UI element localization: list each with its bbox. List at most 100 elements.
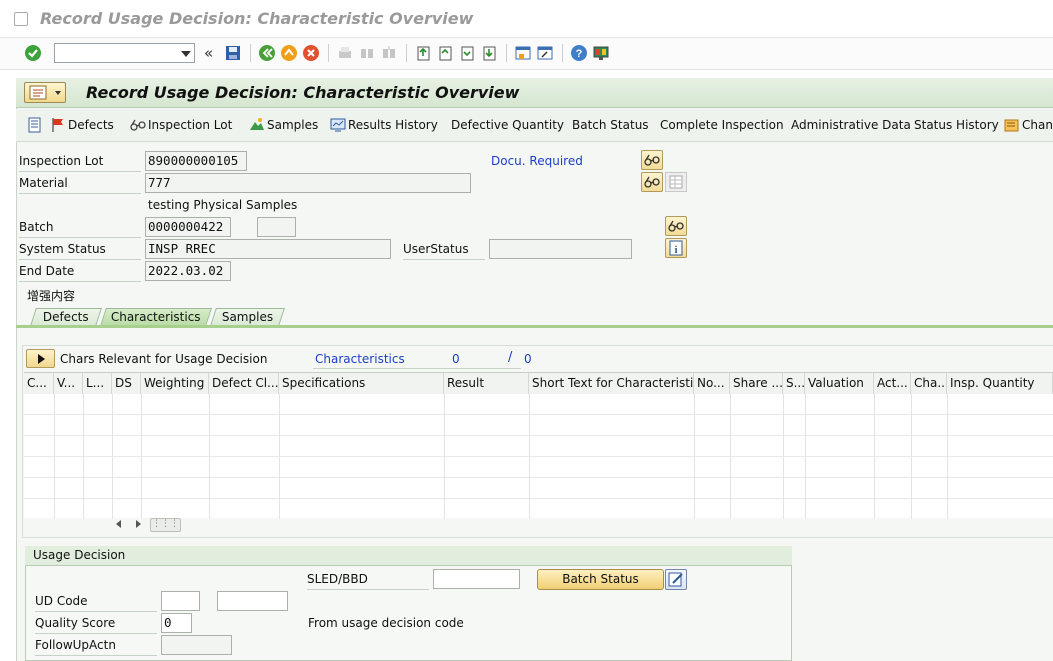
- characteristics-link[interactable]: Characteristics: [315, 352, 405, 366]
- user-status-label: UserStatus: [403, 242, 469, 256]
- display-material-button[interactable]: [641, 172, 663, 192]
- end-date-label: End Date: [19, 264, 75, 278]
- document-icon[interactable]: [27, 117, 42, 133]
- column-header[interactable]: C...: [24, 373, 54, 394]
- column-header[interactable]: DS: [112, 373, 141, 394]
- material-field[interactable]: 777: [145, 173, 471, 193]
- last-page-icon[interactable]: [480, 44, 498, 62]
- change-icon: [1004, 119, 1019, 132]
- title-bar: Record Usage Decision: Characteristic Ov…: [0, 0, 1053, 38]
- tab-strip-line: [16, 325, 1053, 328]
- column-header[interactable]: S...: [783, 373, 805, 394]
- ud-code-field[interactable]: [161, 591, 200, 611]
- sled-bbd-field[interactable]: [433, 569, 520, 589]
- exit-transaction-icon[interactable]: [14, 12, 28, 26]
- enter-icon[interactable]: [24, 44, 42, 62]
- column-header[interactable]: Share ...: [730, 373, 783, 394]
- find-icon[interactable]: [358, 44, 376, 62]
- command-field[interactable]: [54, 43, 195, 63]
- usage-decision-title: Usage Decision: [33, 548, 126, 562]
- tab-characteristics[interactable]: Characteristics: [100, 308, 212, 326]
- glasses-icon: [644, 154, 660, 166]
- scroll-right-icon[interactable]: [136, 520, 141, 528]
- material-label: Material: [19, 176, 68, 190]
- results-history-label: Results History: [348, 118, 438, 132]
- quality-score-field[interactable]: 0: [161, 613, 192, 633]
- customize-layout-icon[interactable]: [592, 44, 610, 62]
- ud-code-group-field[interactable]: [217, 591, 288, 611]
- batch-extra-field[interactable]: [257, 217, 296, 237]
- user-status-field[interactable]: [489, 239, 632, 259]
- scroll-left-icon[interactable]: [116, 520, 121, 528]
- create-session-icon[interactable]: [514, 44, 532, 62]
- help-icon[interactable]: ?: [570, 44, 588, 62]
- find-next-icon[interactable]: [380, 44, 398, 62]
- status-history-button[interactable]: Status History: [914, 118, 999, 132]
- next-page-icon[interactable]: [458, 44, 476, 62]
- display-lot-button[interactable]: [641, 150, 663, 170]
- glasses-icon: [130, 119, 146, 131]
- back-icon[interactable]: [258, 44, 276, 62]
- sled-bbd-label: SLED/BBD: [307, 572, 368, 586]
- ud-code-label: UD Code: [35, 594, 88, 608]
- batch-status-toolbar-button[interactable]: Batch Status: [572, 118, 649, 132]
- complete-inspection-button[interactable]: Complete Inspection: [660, 118, 784, 132]
- column-header[interactable]: Valuation: [805, 373, 874, 394]
- batch-field[interactable]: 0000000422: [145, 217, 231, 237]
- column-header[interactable]: Cha...: [911, 373, 947, 394]
- quality-score-label: Quality Score: [35, 616, 116, 630]
- tab-samples[interactable]: Samples: [210, 308, 285, 326]
- column-header[interactable]: V...: [54, 373, 83, 394]
- followup-action-field[interactable]: [161, 635, 232, 655]
- edit-note-button[interactable]: [665, 569, 687, 590]
- window-title: Record Usage Decision: Characteristic Ov…: [40, 9, 474, 28]
- tab-defects-label: Defects: [42, 310, 89, 324]
- save-icon[interactable]: [224, 44, 242, 62]
- chevron-down-icon: [55, 91, 61, 95]
- tab-defects[interactable]: Defects: [30, 308, 102, 326]
- column-header[interactable]: Short Text for Characteristic: [529, 373, 694, 394]
- previous-page-icon[interactable]: [436, 44, 454, 62]
- menu-icon: [29, 85, 47, 100]
- column-header[interactable]: No...: [694, 373, 730, 394]
- samples-icon: [250, 118, 264, 130]
- shortcut-icon[interactable]: [536, 44, 554, 62]
- usage-decision-header: Usage Decision: [25, 546, 792, 566]
- first-page-icon[interactable]: [414, 44, 432, 62]
- table-icon: [669, 175, 683, 189]
- system-status-field[interactable]: INSP RREC: [145, 239, 391, 259]
- collapse-icon[interactable]: «: [204, 44, 213, 62]
- column-header[interactable]: Weighting: [141, 373, 209, 394]
- characteristics-count-current: 0: [452, 352, 460, 366]
- print-icon[interactable]: [336, 44, 354, 62]
- material-detail-button[interactable]: [665, 172, 687, 192]
- scroll-thumb[interactable]: ⋮⋮⋮: [150, 518, 181, 532]
- status-info-button[interactable]: i: [665, 238, 687, 258]
- inspection-lot-field[interactable]: 890000000105: [145, 151, 247, 171]
- exit-icon[interactable]: [280, 44, 298, 62]
- administrative-data-button[interactable]: Administrative Data: [791, 118, 911, 132]
- column-header[interactable]: Specifications: [279, 373, 444, 394]
- defective-quantity-button[interactable]: Defective Quantity: [451, 118, 564, 132]
- column-header[interactable]: Defect Cl...: [209, 373, 279, 394]
- docu-required-label: Docu. Required: [491, 154, 583, 168]
- batch-status-button[interactable]: Batch Status: [537, 569, 664, 590]
- cancel-icon[interactable]: [302, 44, 320, 62]
- column-header[interactable]: Insp. Quantity: [947, 373, 1053, 394]
- play-icon: [38, 354, 45, 364]
- chars-relevant-label: Chars Relevant for Usage Decision: [60, 352, 268, 366]
- menu-button[interactable]: [24, 82, 66, 103]
- from-ud-code-text: From usage decision code: [308, 616, 464, 630]
- inspection-lot-label: Inspection Lot: [148, 118, 233, 132]
- column-header[interactable]: Act...: [874, 373, 911, 394]
- characteristics-table[interactable]: C... V... L... DS Weighting Defect Cl...…: [24, 372, 1053, 519]
- column-header[interactable]: L...: [83, 373, 112, 394]
- expand-button[interactable]: [26, 349, 55, 368]
- characteristics-count-total: 0: [524, 352, 532, 366]
- chevron-down-icon[interactable]: [181, 51, 191, 57]
- end-date-field[interactable]: 2022.03.02: [145, 261, 231, 281]
- column-header[interactable]: Result: [444, 373, 529, 394]
- display-batch-button[interactable]: [665, 216, 687, 236]
- enhancement-label: 增强内容: [27, 289, 76, 303]
- material-description: testing Physical Samples: [148, 198, 298, 212]
